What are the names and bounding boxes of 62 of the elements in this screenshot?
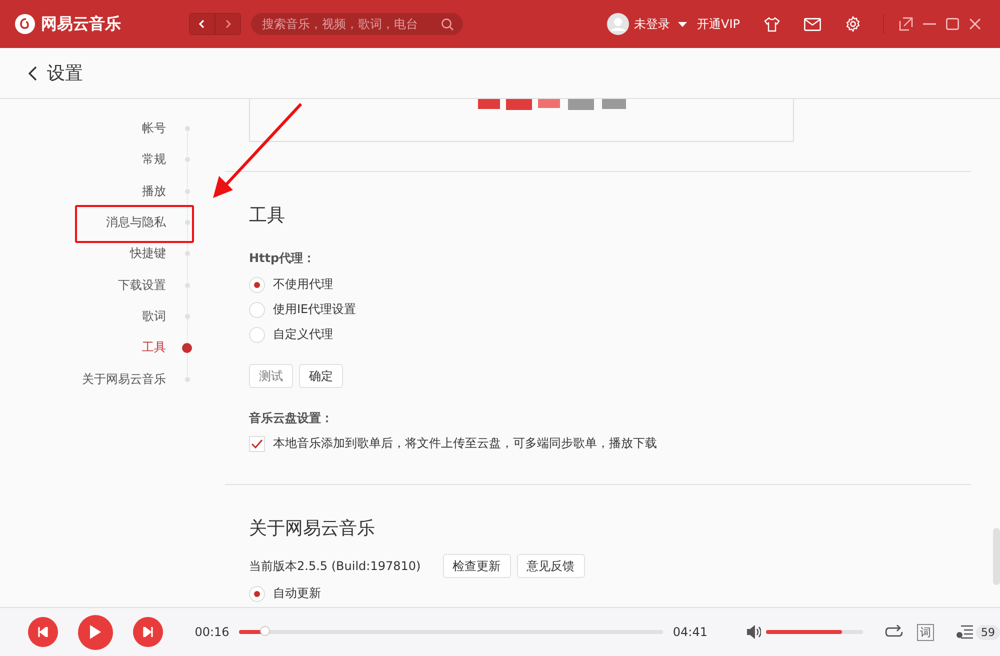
progress-handle[interactable]	[260, 626, 270, 636]
settings-nav-item[interactable]: 下载设置	[0, 276, 166, 294]
radio-button[interactable]	[249, 586, 265, 602]
caret-icon[interactable]	[678, 22, 688, 26]
proxy-label: Http代理：	[249, 250, 316, 267]
user-name[interactable]: 未登录	[634, 16, 670, 32]
elapsed-time: 00:16	[194, 625, 230, 639]
mail-icon[interactable]	[804, 18, 821, 30]
settings-nav-item[interactable]: 消息与隐私	[0, 214, 166, 232]
loop-icon[interactable]	[885, 625, 904, 639]
settings-icon[interactable]	[845, 16, 861, 32]
option-label: 本地音乐添加到歌单后，将文件上传至云盘，可多端同步歌单，播放下载	[273, 435, 657, 452]
option-label: 自定义代理	[273, 326, 333, 343]
back-icon[interactable]	[28, 66, 37, 80]
chevron-left-icon	[197, 19, 207, 29]
chevron-right-icon	[223, 19, 233, 29]
radio-button[interactable]	[249, 276, 265, 292]
search-icon	[441, 18, 454, 30]
previous-button[interactable]	[28, 617, 58, 647]
settings-nav-item[interactable]: 帐号	[0, 120, 166, 138]
action-button[interactable]: 测试	[249, 364, 293, 388]
logo-icon	[15, 14, 35, 34]
action-button[interactable]: 确定	[299, 364, 343, 388]
lyric-button[interactable]: 词	[917, 624, 934, 640]
playlist-count: 59	[976, 624, 1000, 640]
play-icon	[89, 625, 102, 639]
next-icon	[142, 627, 153, 637]
section-title: 关于网易云音乐	[249, 517, 376, 540]
volume-icon[interactable]	[746, 625, 762, 639]
settings-nav-item[interactable]: 快捷键	[0, 245, 166, 262]
option-label: 不使用代理	[273, 276, 333, 293]
next-button[interactable]	[132, 617, 163, 647]
option-label: 自动更新	[273, 585, 321, 602]
page-title: 设置	[47, 62, 83, 85]
checkbox[interactable]	[249, 436, 265, 452]
settings-nav-item[interactable]: 关于网易云音乐	[0, 370, 166, 388]
settings-nav-item[interactable]: 常规	[0, 151, 166, 168]
option-label: 使用IE代理设置	[273, 301, 356, 318]
action-button[interactable]: 意见反馈	[516, 554, 585, 578]
scrollbar-thumb[interactable]	[993, 528, 1000, 585]
close-icon[interactable]	[969, 18, 981, 30]
play-button[interactable]	[78, 614, 113, 650]
previous-icon	[38, 627, 48, 637]
section-title: 工具	[249, 204, 286, 227]
maximize-icon[interactable]	[946, 18, 959, 30]
settings-nav-item[interactable]: 播放	[0, 182, 166, 200]
radio-button[interactable]	[249, 326, 265, 342]
duration-time: 04:41	[672, 625, 708, 639]
vip-link[interactable]: 开通VIP	[697, 16, 740, 32]
back-button[interactable]	[189, 13, 215, 35]
action-button[interactable]: 检查更新	[442, 554, 511, 578]
mini-mode-icon[interactable]	[899, 17, 913, 31]
search-field[interactable]: 搜索音乐，视频，歌词，电台	[251, 13, 463, 35]
settings-nav-item[interactable]: 工具	[0, 339, 166, 356]
settings-nav-item[interactable]: 歌词	[0, 308, 166, 325]
version-text: 当前版本2.5.5 (Build:197810)	[249, 558, 421, 574]
cloud-label: 音乐云盘设置：	[249, 410, 334, 427]
radio-button[interactable]	[249, 302, 265, 318]
avatar-icon[interactable]	[607, 13, 630, 35]
app-name: 网易云音乐	[41, 14, 122, 34]
playlist-icon[interactable]	[956, 624, 974, 640]
shirt-icon[interactable]	[764, 16, 780, 32]
